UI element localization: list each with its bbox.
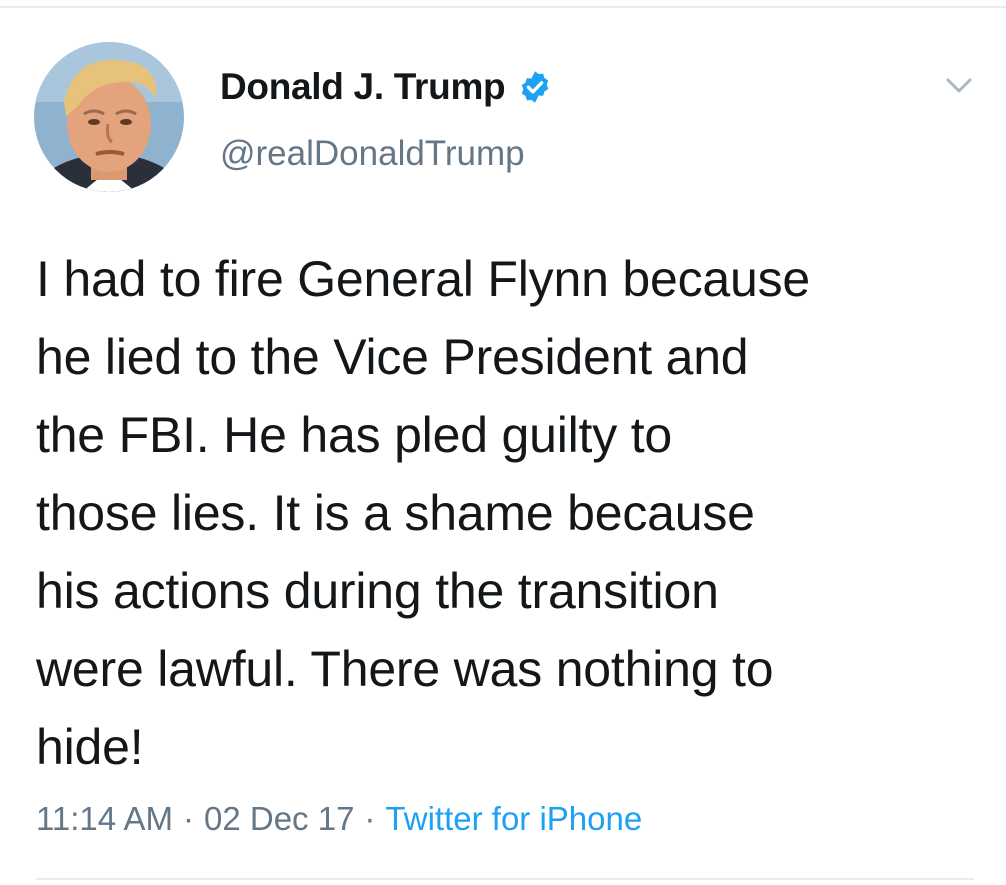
profile-photo-icon: [34, 42, 184, 192]
tweet-source-link[interactable]: Twitter for iPhone: [385, 800, 642, 838]
author-handle[interactable]: @realDonaldTrump: [220, 134, 525, 174]
tweet-time: 11:14 AM: [36, 800, 173, 837]
author-avatar[interactable]: [34, 42, 184, 192]
bottom-divider: [36, 878, 974, 880]
tweet-meta: 11:14 AM · 02 Dec 17 · Twitter for iPhon…: [36, 800, 642, 838]
tweet-date: 02 Dec 17: [203, 800, 355, 837]
chevron-down-icon[interactable]: [942, 70, 976, 100]
verified-badge-icon: [517, 69, 553, 105]
meta-separator: ·: [182, 800, 194, 837]
top-divider: [0, 6, 1006, 8]
tweet-text: I had to fire General Flynn because he l…: [36, 251, 811, 775]
author-name-row: Donald J. Trump: [220, 62, 553, 112]
author-display-name[interactable]: Donald J. Trump: [220, 66, 506, 108]
meta-separator: ·: [364, 800, 376, 837]
